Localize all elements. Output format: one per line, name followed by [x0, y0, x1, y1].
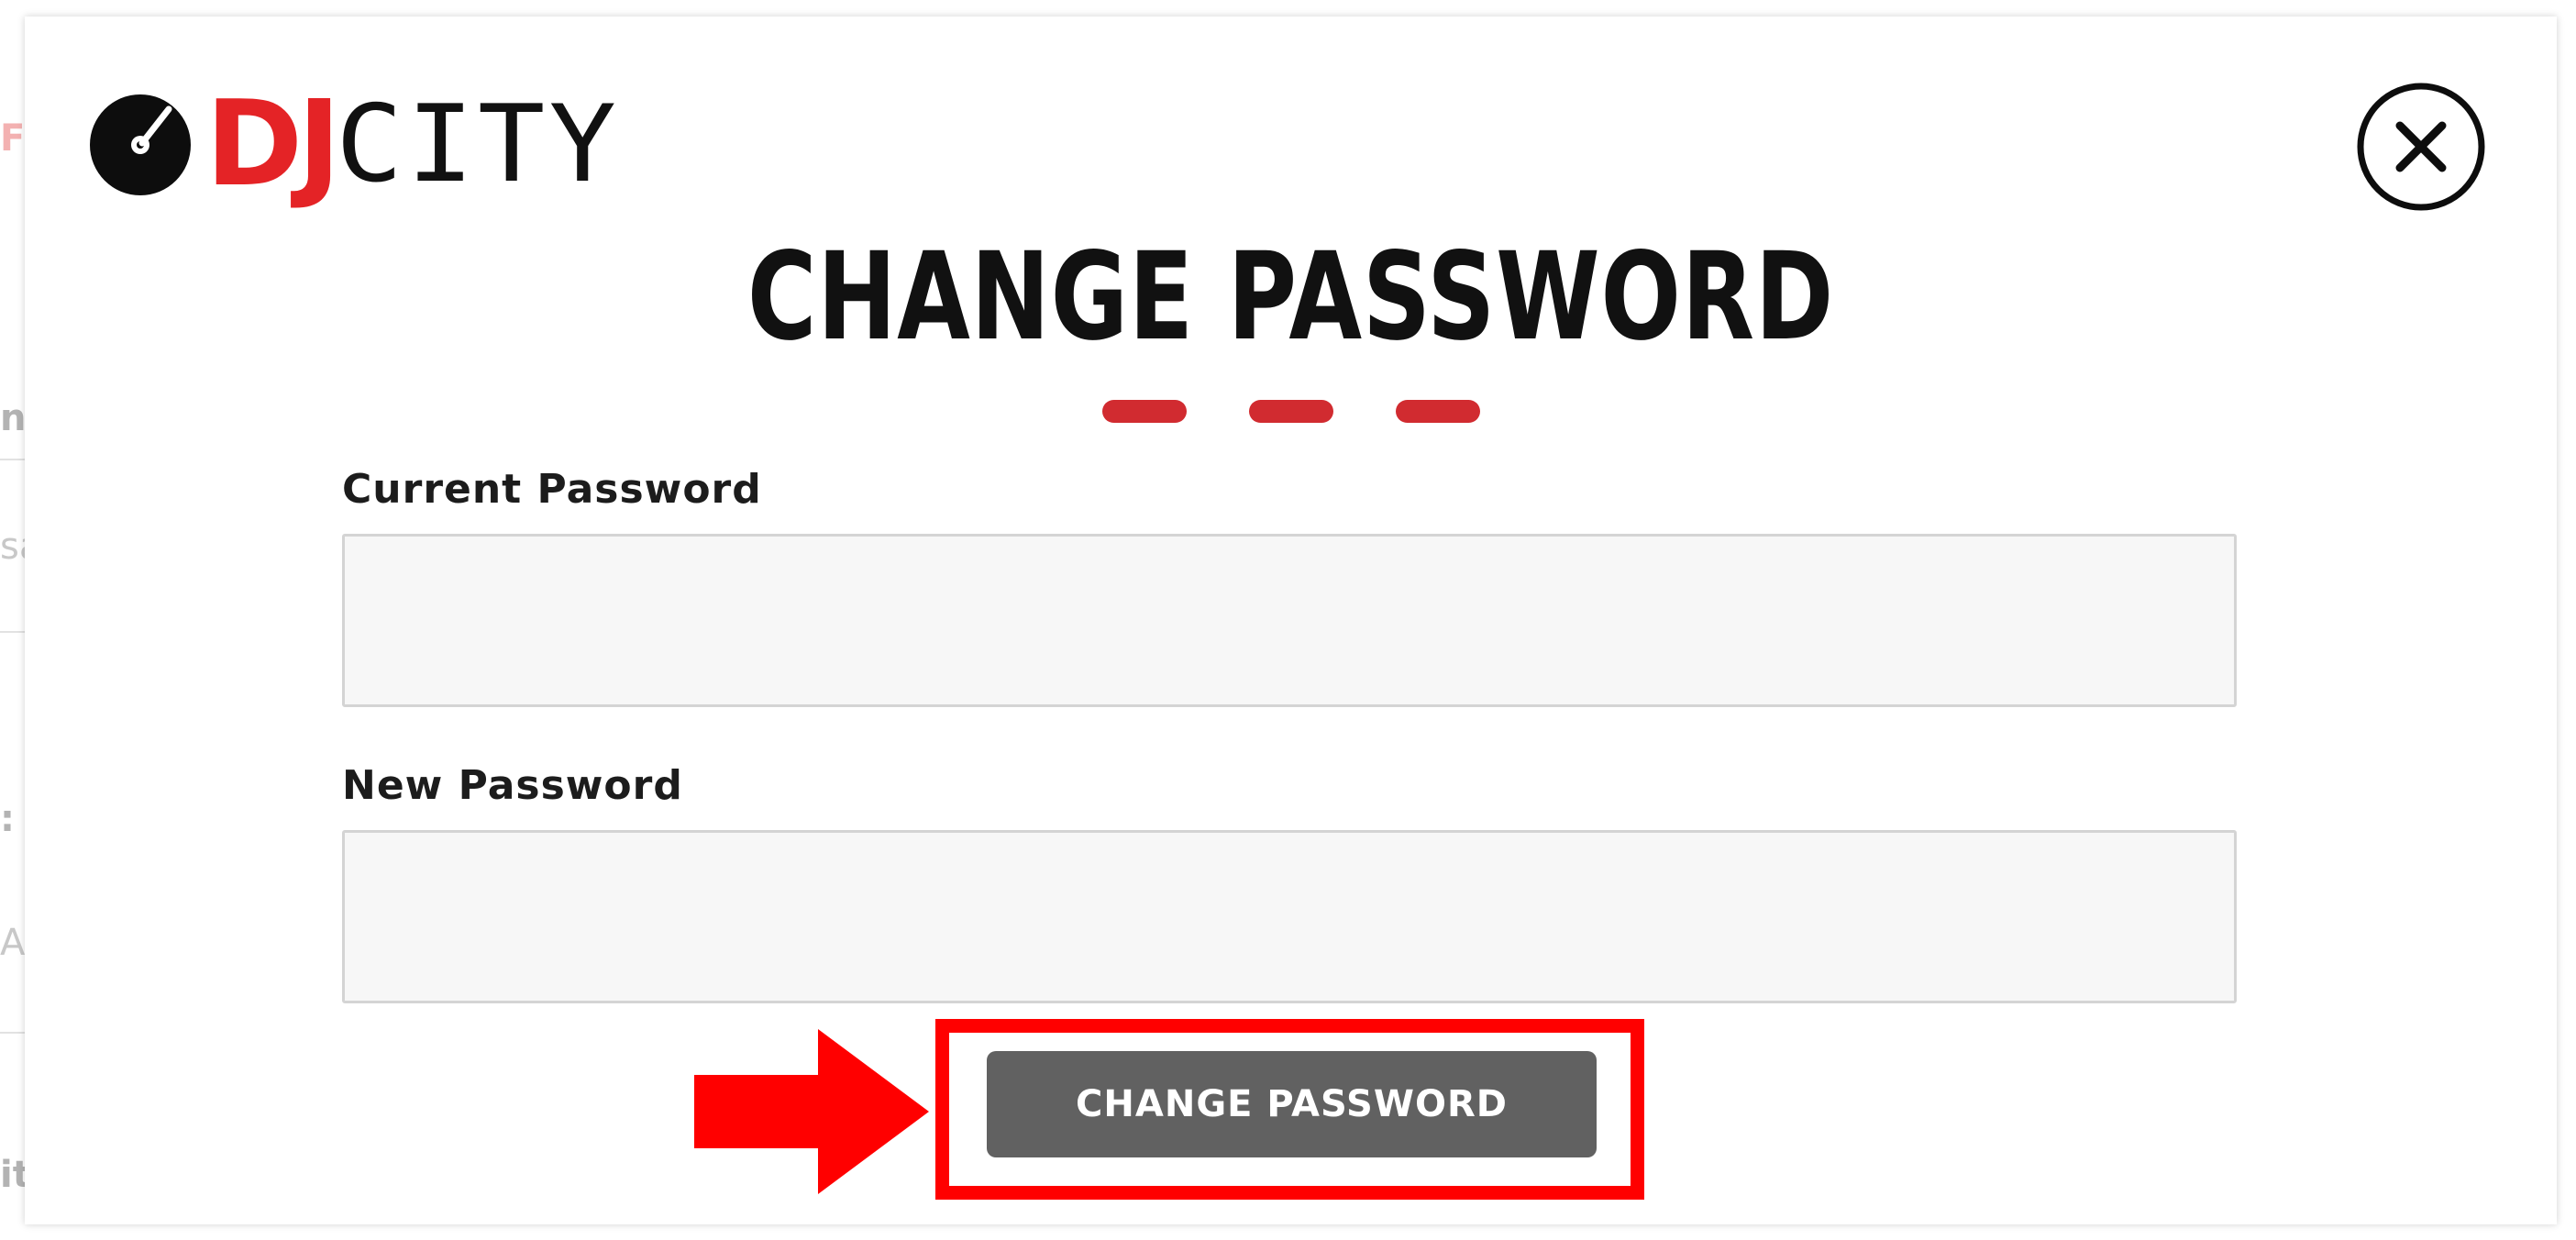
divider-dash: [1248, 400, 1333, 423]
djcity-logo[interactable]: DJ CITY: [90, 76, 616, 213]
divider-dash: [1101, 400, 1187, 423]
current-password-input[interactable]: [342, 534, 2237, 707]
title-divider: [25, 400, 2557, 423]
modal-title: CHANGE PASSWORD: [746, 227, 1835, 368]
background-text: F: [0, 117, 26, 160]
new-password-label: New Password: [342, 762, 683, 809]
background-text: :: [0, 798, 15, 840]
change-password-modal: DJ CITY CHANGE PASSWORD Current Password…: [25, 17, 2557, 1224]
background-divider: [0, 459, 28, 460]
logo-city-text: CITY: [335, 83, 621, 206]
background-divider: [0, 631, 28, 633]
change-password-button[interactable]: CHANGE PASSWORD: [987, 1051, 1597, 1157]
arrow-right-icon: [694, 1029, 933, 1194]
close-button[interactable]: [2357, 83, 2485, 211]
divider-dash: [1395, 400, 1480, 423]
current-password-label: Current Password: [342, 466, 762, 513]
background-divider: [0, 1032, 28, 1034]
new-password-input[interactable]: [342, 830, 2237, 1003]
close-icon: [2357, 83, 2485, 211]
logo-dj-text: DJ: [205, 76, 341, 213]
vinyl-record-icon: [90, 94, 191, 195]
